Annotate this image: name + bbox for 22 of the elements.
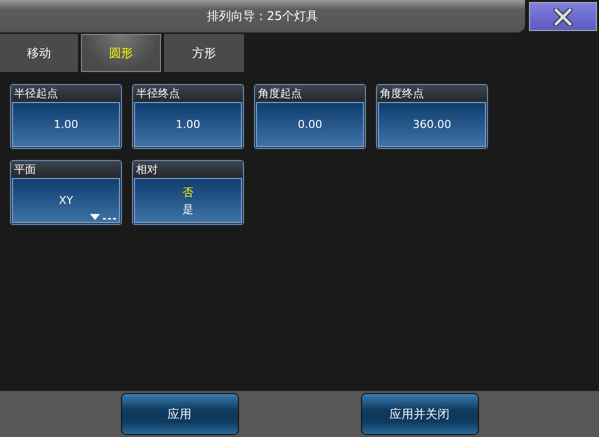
value-field[interactable]: 360.00	[378, 102, 486, 147]
value-field[interactable]: 0.00	[256, 102, 364, 147]
dropdown-field[interactable]: XY	[12, 178, 120, 223]
parameter-label: 相对	[133, 161, 243, 178]
parameter-label: 半径起点	[11, 85, 121, 102]
close-icon	[553, 8, 573, 26]
option-item[interactable]: 否	[182, 184, 194, 200]
option-item[interactable]: 是	[182, 202, 194, 216]
value-field[interactable]: 1.00	[134, 102, 242, 147]
tab[interactable]: 圆形	[81, 34, 161, 72]
tab[interactable]: 移动	[0, 34, 78, 72]
action-button[interactable]: 应用	[120, 393, 238, 435]
close-button[interactable]	[529, 2, 597, 31]
tab[interactable]: 方形	[164, 34, 244, 72]
value-field[interactable]: 1.00	[12, 102, 120, 147]
parameter-label: 角度终点	[377, 85, 487, 102]
window-title: 排列向导：25个灯具	[0, 0, 525, 33]
parameter-label: 平面	[11, 161, 121, 178]
parameter-label: 角度起点	[255, 85, 365, 102]
action-button[interactable]: 应用并关闭	[360, 393, 478, 435]
parameter-label: 半径终点	[133, 85, 243, 102]
dropdown-caret-icon	[90, 214, 116, 220]
